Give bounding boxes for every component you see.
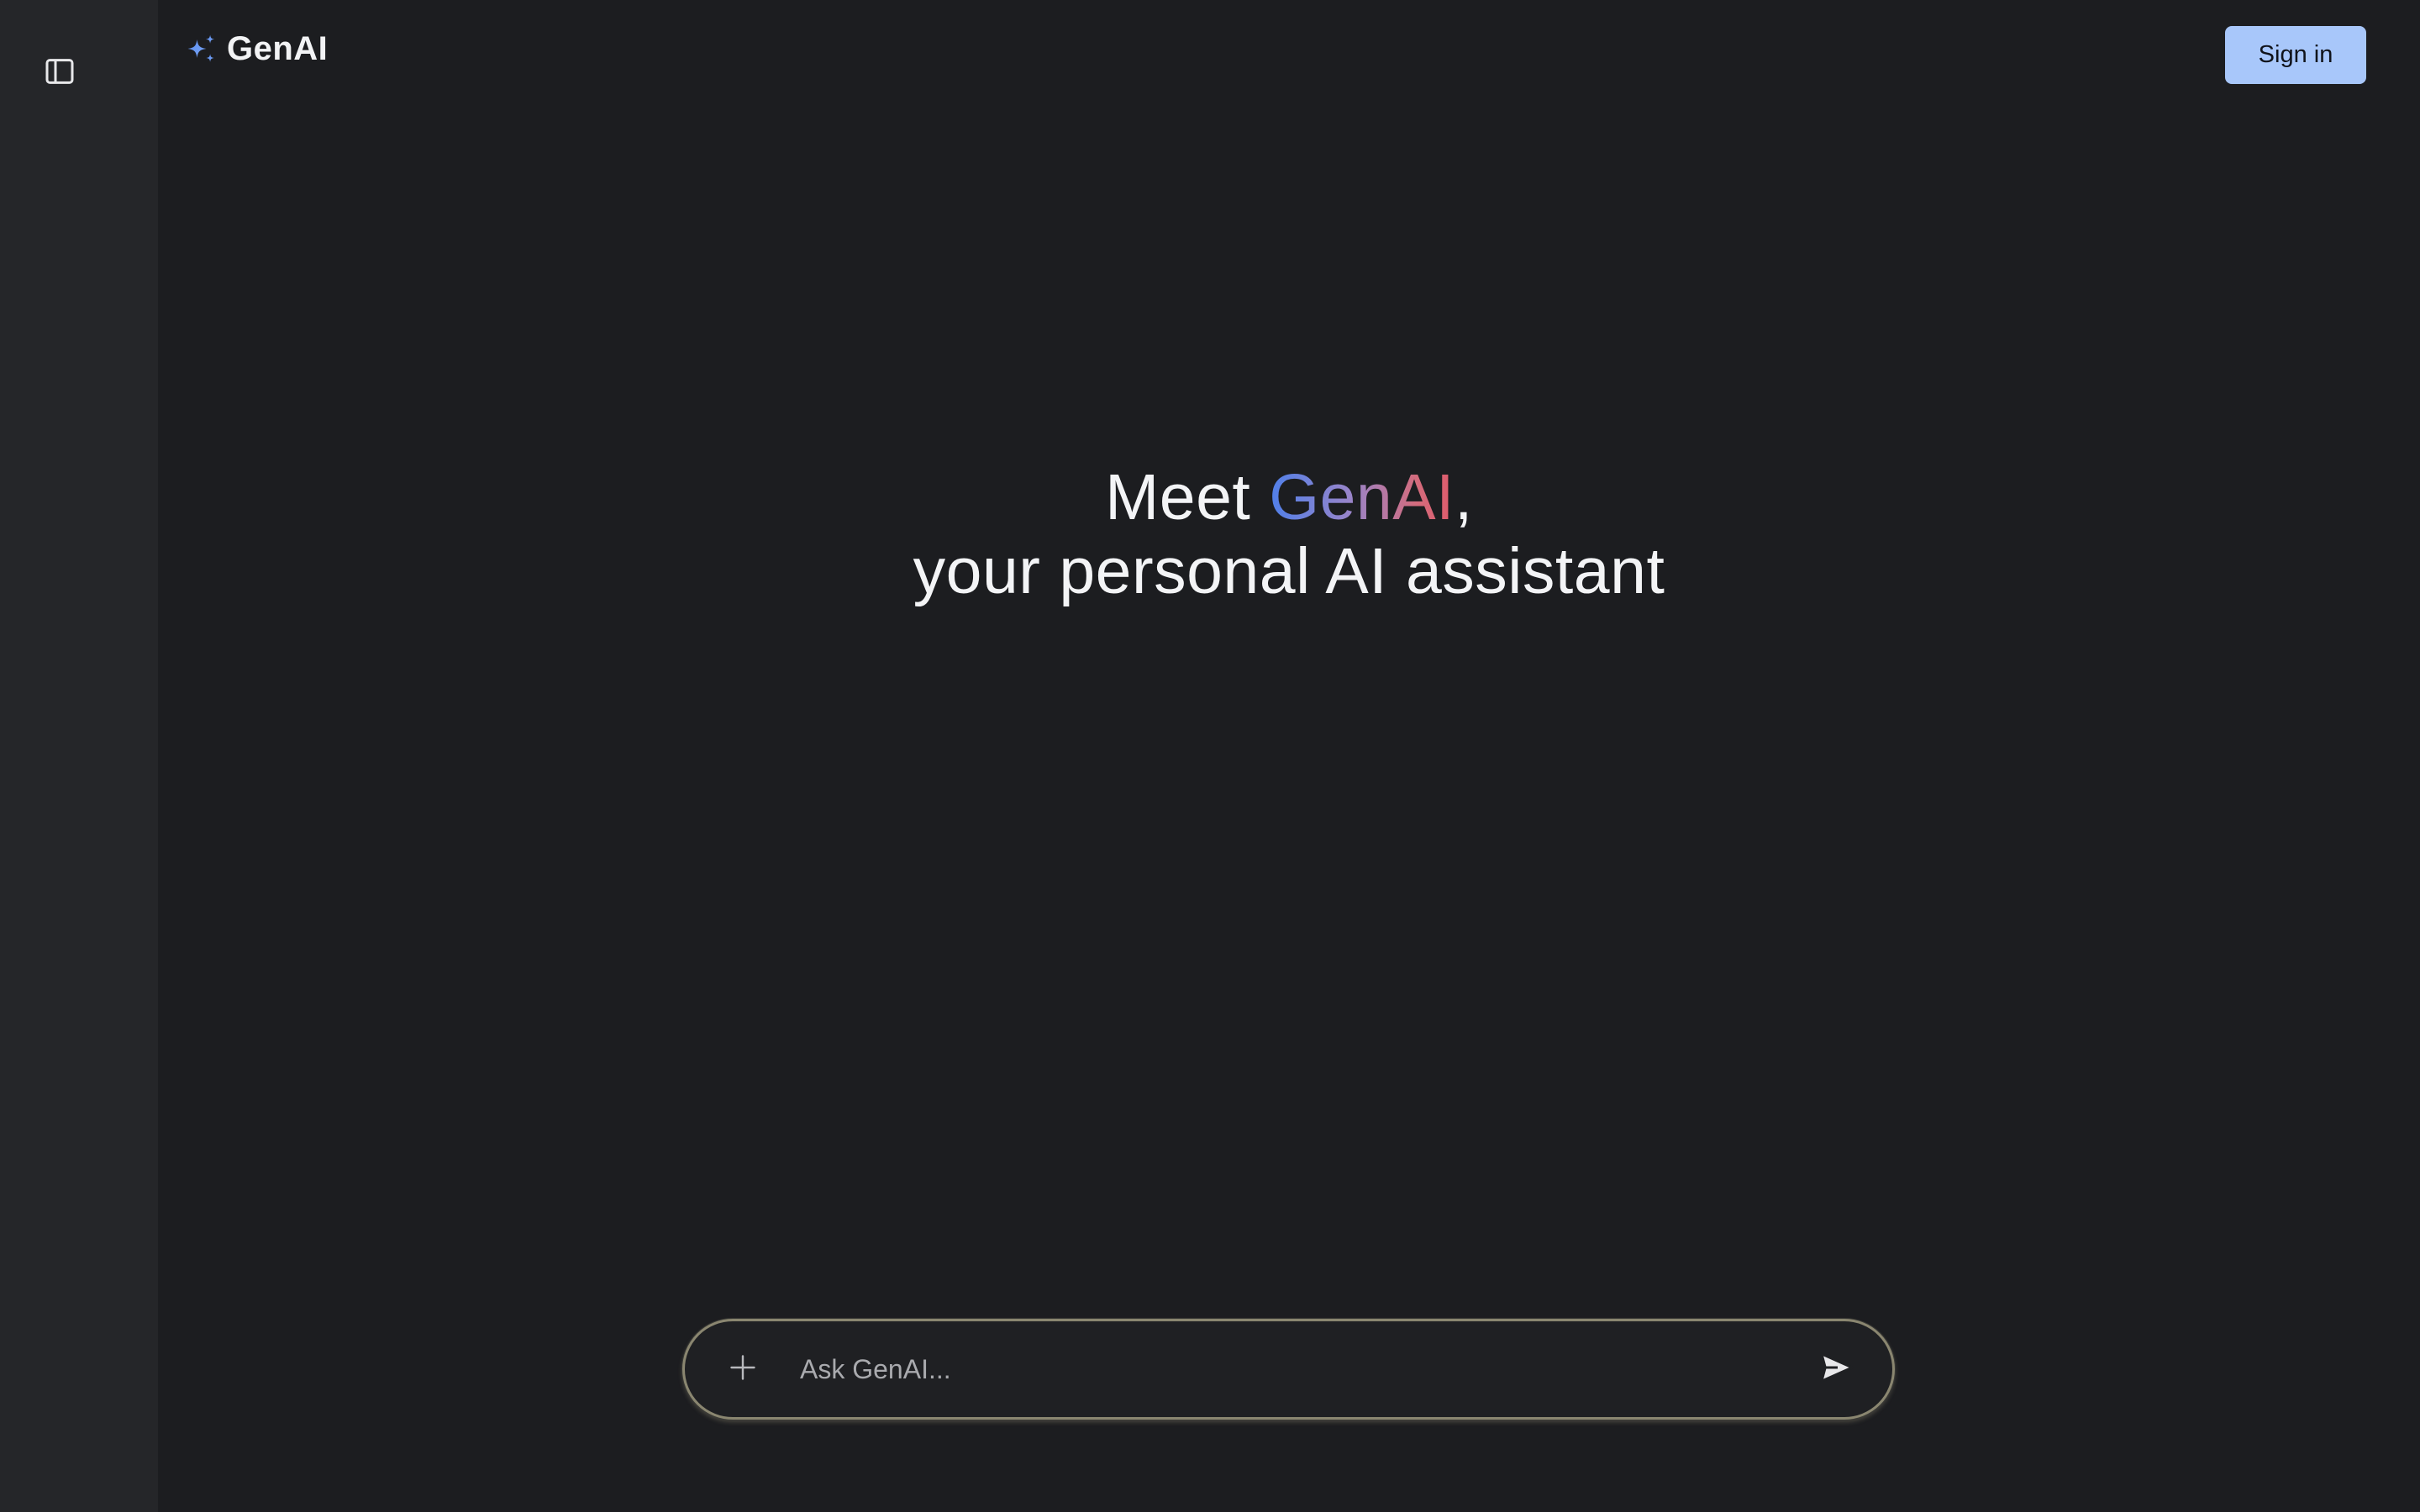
app-root: GenAI Sign in Meet GenAI, your personal … <box>0 0 2420 1512</box>
sparkle-icon <box>183 30 220 67</box>
add-attachment-button[interactable] <box>718 1345 767 1394</box>
hero-brand-name: GenAI <box>1269 461 1455 533</box>
hero-suffix: , <box>1454 461 1473 533</box>
hero-heading: Meet GenAI, your personal AI assistant <box>158 460 2420 608</box>
sidebar <box>0 0 158 1512</box>
hero-line-2: your personal AI assistant <box>913 535 1665 607</box>
sign-in-button[interactable]: Sign in <box>2225 26 2366 84</box>
sidebar-panel-icon <box>43 55 76 92</box>
plus-icon <box>728 1352 758 1387</box>
send-button[interactable] <box>1811 1343 1863 1395</box>
brand-name: GenAI <box>227 29 329 67</box>
brand[interactable]: GenAI <box>183 25 328 72</box>
send-icon <box>1818 1348 1856 1391</box>
hero-prefix: Meet <box>1105 461 1270 533</box>
hero-line-1: Meet GenAI, <box>158 460 2420 534</box>
prompt-input[interactable] <box>800 1338 1758 1400</box>
prompt-bar <box>682 1319 1895 1420</box>
sidebar-toggle-button[interactable] <box>39 52 81 94</box>
